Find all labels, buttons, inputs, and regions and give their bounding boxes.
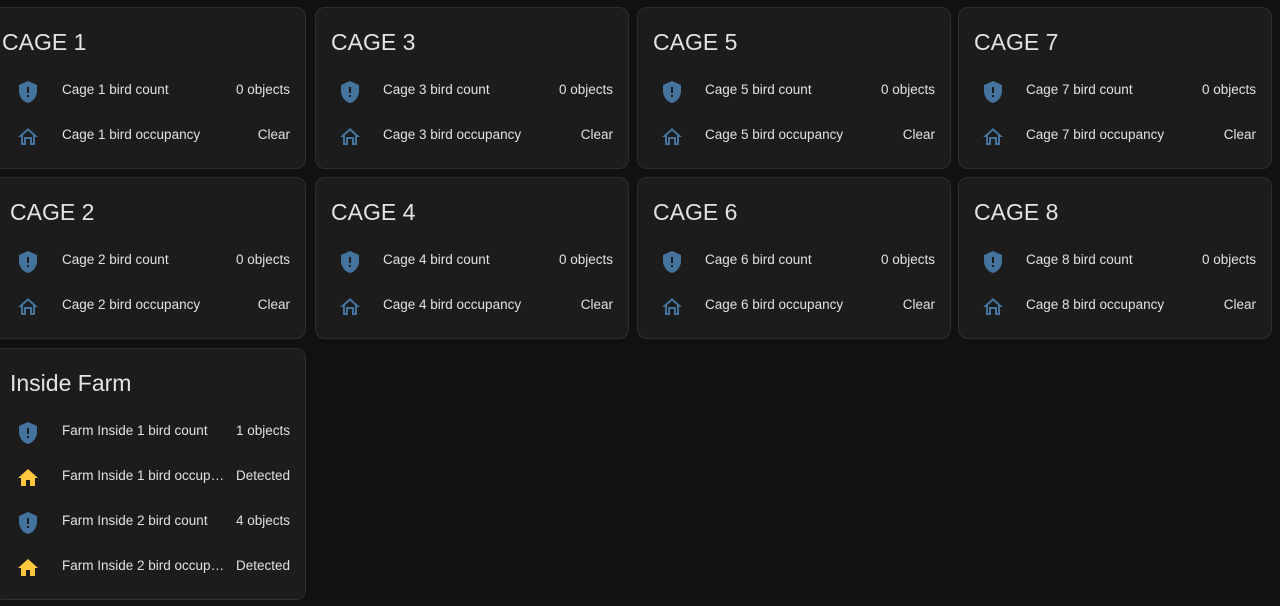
entity-name: Cage 3 bird count bbox=[383, 82, 490, 97]
entity-name: Cage 8 bird count bbox=[1026, 252, 1133, 267]
entity-name: Cage 1 bird occupancy bbox=[62, 127, 201, 142]
entity-row[interactable]: Farm Inside 2 bird count 4 objects bbox=[0, 501, 305, 541]
entity-row[interactable]: Cage 1 bird count 0 objects bbox=[0, 70, 305, 110]
entity-state: Detected bbox=[235, 558, 290, 573]
entity-state: 0 objects bbox=[1201, 82, 1256, 97]
entity-row[interactable]: Cage 5 bird occupancy Clear bbox=[638, 115, 950, 155]
entity-row[interactable]: Cage 4 bird occupancy Clear bbox=[316, 285, 628, 325]
entity-state: Clear bbox=[1223, 127, 1256, 142]
home-outline-icon bbox=[16, 125, 40, 149]
entity-name: Cage 8 bird occupancy bbox=[1026, 297, 1165, 312]
entity-name: Cage 4 bird occupancy bbox=[383, 297, 522, 312]
entity-state: 0 objects bbox=[235, 252, 290, 267]
card-title: Inside Farm bbox=[10, 370, 132, 396]
entities-card: CAGE 4 Cage 4 bird count 0 objects Cage … bbox=[315, 177, 629, 339]
entity-name: Cage 1 bird count bbox=[62, 82, 169, 97]
entity-row[interactable]: Cage 8 bird count 0 objects bbox=[959, 240, 1271, 280]
entities-card: CAGE 8 Cage 8 bird count 0 objects Cage … bbox=[958, 177, 1272, 339]
entity-state: Clear bbox=[257, 127, 290, 142]
entity-name: Cage 2 bird occupancy bbox=[62, 297, 201, 312]
entity-row[interactable]: Cage 5 bird count 0 objects bbox=[638, 70, 950, 110]
entity-name: Cage 6 bird occupancy bbox=[705, 297, 844, 312]
home-outline-icon bbox=[660, 125, 684, 149]
shield-alert-icon bbox=[16, 250, 40, 274]
entities-card: CAGE 7 Cage 7 bird count 0 objects Cage … bbox=[958, 7, 1272, 169]
shield-alert-icon bbox=[660, 250, 684, 274]
entities-card: CAGE 5 Cage 5 bird count 0 objects Cage … bbox=[637, 7, 951, 169]
entity-state: Clear bbox=[257, 297, 290, 312]
card-title: CAGE 1 bbox=[2, 29, 87, 55]
shield-alert-icon bbox=[338, 80, 362, 104]
entity-row[interactable]: Cage 7 bird count 0 objects bbox=[959, 70, 1271, 110]
entity-name: Farm Inside 2 bird count bbox=[62, 513, 208, 528]
entity-state: 0 objects bbox=[558, 82, 613, 97]
shield-alert-icon bbox=[660, 80, 684, 104]
entity-name: Cage 5 bird occupancy bbox=[705, 127, 844, 142]
home-outline-icon bbox=[981, 125, 1005, 149]
entity-state: 0 objects bbox=[880, 82, 935, 97]
card-title: CAGE 3 bbox=[331, 29, 416, 55]
entity-row[interactable]: Cage 2 bird occupancy Clear bbox=[0, 285, 305, 325]
entity-state: 1 objects bbox=[235, 423, 290, 438]
card-title: CAGE 8 bbox=[974, 199, 1059, 225]
home-outline-icon bbox=[981, 295, 1005, 319]
entity-name: Cage 6 bird count bbox=[705, 252, 812, 267]
entity-row[interactable]: Farm Inside 1 bird count 1 objects bbox=[0, 411, 305, 451]
home-filled-icon bbox=[16, 466, 40, 490]
shield-alert-icon bbox=[16, 80, 40, 104]
entity-state: 0 objects bbox=[558, 252, 613, 267]
dashboard: CAGE 1 Cage 1 bird count 0 objects Cage … bbox=[0, 0, 1280, 606]
home-outline-icon bbox=[338, 295, 362, 319]
entity-name: Cage 7 bird count bbox=[1026, 82, 1133, 97]
card-title: CAGE 7 bbox=[974, 29, 1059, 55]
shield-alert-icon bbox=[16, 421, 40, 445]
card-title: CAGE 4 bbox=[331, 199, 416, 225]
entity-state: Clear bbox=[902, 127, 935, 142]
home-outline-icon bbox=[338, 125, 362, 149]
entities-card: CAGE 2 Cage 2 bird count 0 objects Cage … bbox=[0, 177, 306, 339]
entity-row[interactable]: Cage 6 bird count 0 objects bbox=[638, 240, 950, 280]
entity-state: 4 objects bbox=[235, 513, 290, 528]
entity-name: Cage 2 bird count bbox=[62, 252, 169, 267]
entity-state: 0 objects bbox=[880, 252, 935, 267]
entity-state: Detected bbox=[235, 468, 290, 483]
entity-row[interactable]: Cage 1 bird occupancy Clear bbox=[0, 115, 305, 155]
entity-name: Farm Inside 1 bird count bbox=[62, 423, 208, 438]
entity-name: Farm Inside 1 bird occupancy bbox=[62, 468, 229, 483]
entity-row[interactable]: Cage 4 bird count 0 objects bbox=[316, 240, 628, 280]
home-filled-icon bbox=[16, 556, 40, 580]
entity-row[interactable]: Cage 3 bird count 0 objects bbox=[316, 70, 628, 110]
entity-state: Clear bbox=[580, 127, 613, 142]
shield-alert-icon bbox=[338, 250, 362, 274]
entity-name: Cage 4 bird count bbox=[383, 252, 490, 267]
entity-name: Cage 7 bird occupancy bbox=[1026, 127, 1165, 142]
entity-state: 0 objects bbox=[1201, 252, 1256, 267]
entities-card: CAGE 1 Cage 1 bird count 0 objects Cage … bbox=[0, 7, 306, 169]
entity-name: Farm Inside 2 bird occupancy bbox=[62, 558, 229, 573]
card-title: CAGE 2 bbox=[10, 199, 95, 225]
entity-name: Cage 3 bird occupancy bbox=[383, 127, 522, 142]
entity-row[interactable]: Cage 3 bird occupancy Clear bbox=[316, 115, 628, 155]
home-outline-icon bbox=[16, 295, 40, 319]
entities-card: Inside Farm Farm Inside 1 bird count 1 o… bbox=[0, 348, 306, 600]
entities-card: CAGE 6 Cage 6 bird count 0 objects Cage … bbox=[637, 177, 951, 339]
entity-row[interactable]: Cage 6 bird occupancy Clear bbox=[638, 285, 950, 325]
shield-alert-icon bbox=[981, 250, 1005, 274]
card-title: CAGE 5 bbox=[653, 29, 738, 55]
entity-name: Cage 5 bird count bbox=[705, 82, 812, 97]
home-outline-icon bbox=[660, 295, 684, 319]
card-title: CAGE 6 bbox=[653, 199, 738, 225]
shield-alert-icon bbox=[981, 80, 1005, 104]
entity-row[interactable]: Cage 7 bird occupancy Clear bbox=[959, 115, 1271, 155]
entity-state: Clear bbox=[902, 297, 935, 312]
entity-state: 0 objects bbox=[235, 82, 290, 97]
entities-card: CAGE 3 Cage 3 bird count 0 objects Cage … bbox=[315, 7, 629, 169]
entity-state: Clear bbox=[580, 297, 613, 312]
entity-row[interactable]: Farm Inside 1 bird occupancy Detected bbox=[0, 456, 305, 496]
entity-row[interactable]: Farm Inside 2 bird occupancy Detected bbox=[0, 546, 305, 586]
entity-row[interactable]: Cage 2 bird count 0 objects bbox=[0, 240, 305, 280]
entity-row[interactable]: Cage 8 bird occupancy Clear bbox=[959, 285, 1271, 325]
entity-state: Clear bbox=[1223, 297, 1256, 312]
shield-alert-icon bbox=[16, 511, 40, 535]
